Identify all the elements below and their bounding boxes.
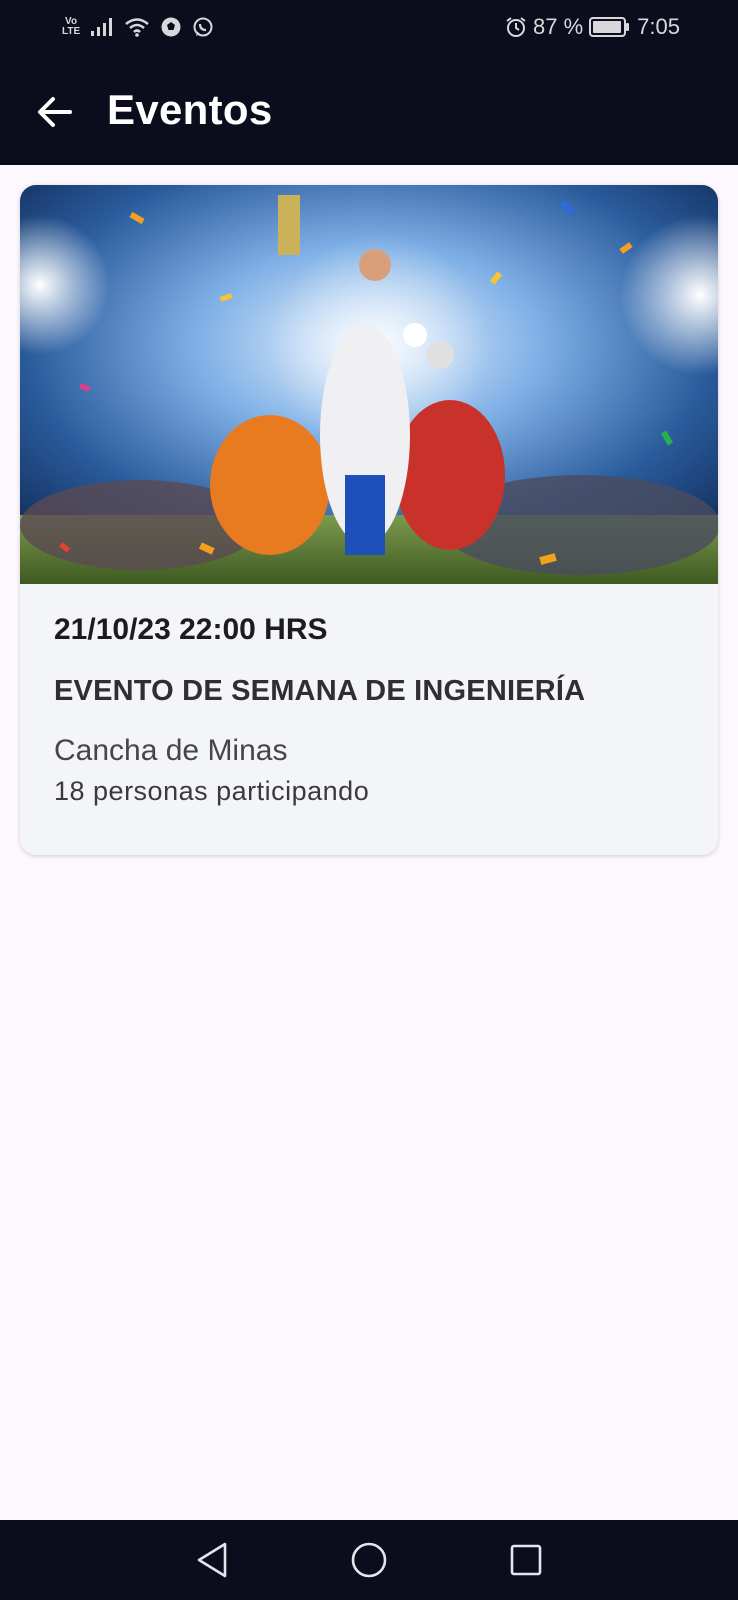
clock-time: 7:05	[637, 14, 680, 39]
status-bar: Vo LTE 87 % 7:05	[0, 0, 738, 60]
app-bar: Eventos	[0, 60, 738, 165]
event-title: EVENTO DE SEMANA DE INGENIERÍA	[54, 675, 586, 707]
event-card[interactable]: 21/10/23 22:00 HRS EVENTO DE SEMANA DE I…	[20, 185, 718, 855]
alarm-icon	[506, 17, 526, 37]
recents-square-icon	[510, 1544, 542, 1576]
volte-indicator: Vo LTE	[62, 17, 80, 37]
signal-icon	[91, 18, 113, 36]
battery-percent: 87 %	[533, 14, 584, 39]
system-nav-bar	[0, 1520, 738, 1600]
event-participants: 18 personas participando	[54, 776, 370, 806]
nav-home-button[interactable]	[349, 1540, 389, 1580]
home-circle-icon	[351, 1542, 387, 1578]
nav-back-button[interactable]	[192, 1540, 232, 1580]
status-right: 87 % 7:05	[505, 14, 680, 40]
nav-recents-button[interactable]	[506, 1540, 546, 1580]
volte-bottom-label: LTE	[62, 26, 81, 37]
soccer-ball-icon	[161, 17, 181, 37]
back-button[interactable]	[30, 87, 80, 137]
status-left: Vo LTE	[62, 16, 214, 38]
back-triangle-icon	[197, 1542, 227, 1578]
event-date: 21/10/23 22:00 HRS	[54, 613, 328, 646]
event-place: Cancha de Minas	[54, 734, 288, 767]
page-title: Eventos	[107, 86, 273, 133]
event-image	[20, 185, 718, 584]
whatsapp-icon	[193, 17, 213, 37]
battery-icon	[589, 17, 630, 37]
event-card-body: 21/10/23 22:00 HRS EVENTO DE SEMANA DE I…	[54, 613, 698, 807]
events-list: 21/10/23 22:00 HRS EVENTO DE SEMANA DE I…	[0, 165, 738, 1520]
wifi-icon	[125, 18, 149, 37]
arrow-left-icon	[38, 97, 72, 127]
